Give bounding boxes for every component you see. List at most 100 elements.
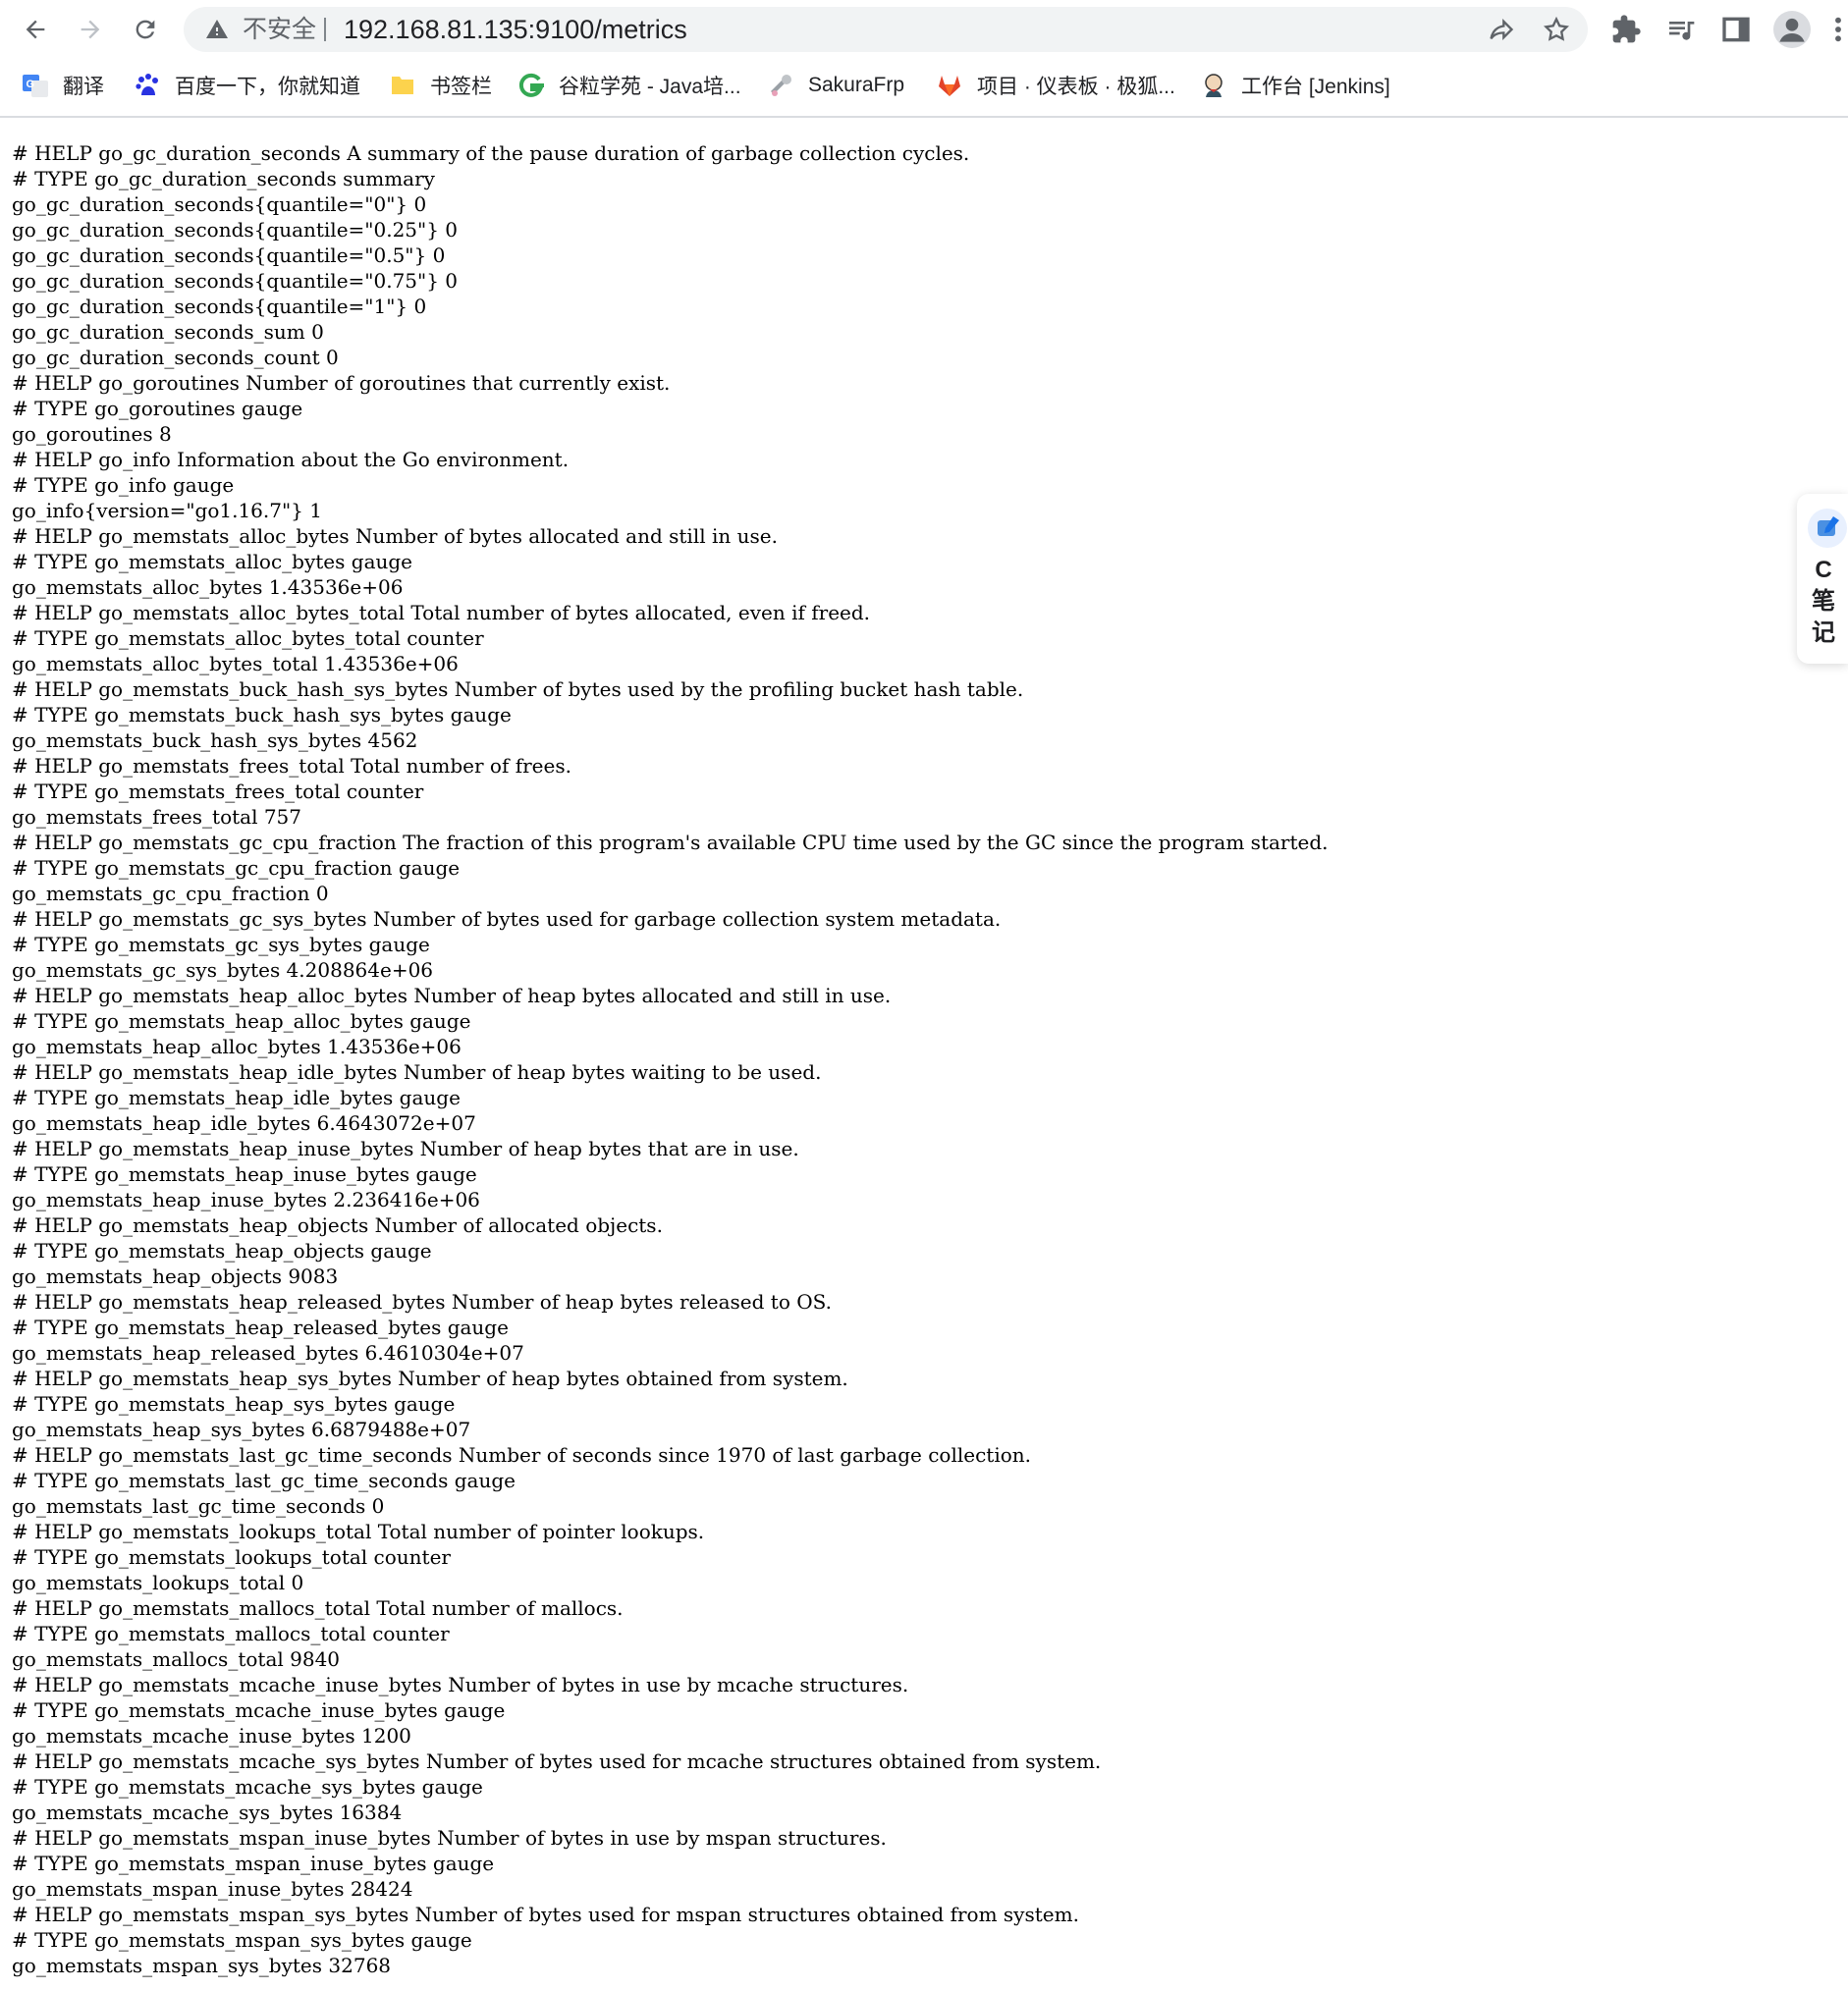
- arrow-right-icon: [81, 20, 100, 39]
- metrics-line: # HELP go_memstats_alloc_bytes Number of…: [12, 524, 778, 548]
- c-notes-label: C笔记: [1812, 557, 1835, 646]
- metrics-line: go_memstats_heap_objects 9083: [12, 1264, 339, 1288]
- bookmark-guli[interactable]: 谷粒学苑 - Java培...: [517, 70, 741, 101]
- metrics-line: # TYPE go_memstats_buck_hash_sys_bytes g…: [12, 703, 512, 726]
- metrics-line: go_memstats_mcache_inuse_bytes 1200: [12, 1724, 411, 1748]
- metrics-line: go_memstats_frees_total 757: [12, 805, 301, 829]
- sakura-icon: [767, 72, 794, 99]
- bookmark-label: 翻译: [63, 76, 104, 98]
- url-text[interactable]: 192.168.81.135:9100/metrics: [344, 7, 687, 52]
- metrics-line: go_memstats_buck_hash_sys_bytes 4562: [12, 728, 418, 752]
- metrics-line: # HELP go_memstats_mallocs_total Total n…: [12, 1596, 624, 1620]
- metrics-text: # HELP go_gc_duration_seconds A summary …: [12, 140, 1329, 1978]
- metrics-line: go_memstats_heap_alloc_bytes 1.43536e+06: [12, 1035, 462, 1058]
- metrics-line: # TYPE go_gc_duration_seconds summary: [12, 167, 435, 190]
- address-bar[interactable]: 不安全 192.168.81.135:9100/metrics: [184, 7, 1588, 52]
- bookmark-sakurafrp[interactable]: SakuraFrp: [767, 70, 904, 101]
- metrics-line: go_memstats_heap_released_bytes 6.461030…: [12, 1341, 524, 1365]
- metrics-line: go_memstats_last_gc_time_seconds 0: [12, 1494, 385, 1518]
- bookmark-label: 工作台 [Jenkins]: [1241, 76, 1390, 98]
- gitlab-fox-icon: [936, 72, 963, 99]
- security-label[interactable]: 不安全: [243, 7, 316, 52]
- browser-toolbar: 不安全 192.168.81.135:9100/metrics: [0, 0, 1848, 59]
- back-button[interactable]: [14, 8, 57, 51]
- notes-logo-icon: [1808, 509, 1847, 548]
- metrics-line: # TYPE go_memstats_mspan_inuse_bytes gau…: [12, 1852, 495, 1875]
- reload-button[interactable]: [124, 8, 167, 51]
- bookmark-translate[interactable]: G 翻译: [22, 70, 104, 101]
- metrics-line: # TYPE go_memstats_mspan_sys_bytes gauge: [12, 1928, 472, 1952]
- metrics-line: # TYPE go_memstats_heap_objects gauge: [12, 1239, 432, 1263]
- bookmark-baidu[interactable]: 百度一下，你就知道: [134, 70, 360, 101]
- metrics-line: # HELP go_memstats_mspan_sys_bytes Numbe…: [12, 1903, 1079, 1926]
- c-notes-widget[interactable]: C笔记: [1797, 494, 1848, 664]
- metrics-line: go_info{version="go1.16.7"} 1: [12, 499, 322, 522]
- side-panel-icon[interactable]: [1720, 14, 1752, 45]
- star-icon[interactable]: [1543, 16, 1570, 43]
- bookmark-label: 谷粒学苑 - Java培...: [559, 76, 741, 98]
- metrics-line: # HELP go_memstats_gc_cpu_fraction The f…: [12, 831, 1329, 854]
- google-translate-icon: G: [22, 72, 49, 99]
- metrics-line: go_memstats_mcache_sys_bytes 16384: [12, 1801, 403, 1824]
- metrics-line: # TYPE go_memstats_mcache_inuse_bytes ga…: [12, 1698, 506, 1722]
- bookmark-folder[interactable]: 书签栏: [389, 70, 492, 101]
- metrics-line: go_gc_duration_seconds{quantile="0.5"} 0: [12, 243, 446, 267]
- metrics-line: # TYPE go_memstats_mcache_sys_bytes gaug…: [12, 1775, 483, 1799]
- address-separator: [324, 18, 326, 41]
- metrics-line: # HELP go_memstats_mspan_inuse_bytes Num…: [12, 1826, 887, 1850]
- person-icon: [1779, 18, 1805, 42]
- more-options-icon[interactable]: [1828, 14, 1848, 45]
- metrics-line: # TYPE go_memstats_frees_total counter: [12, 780, 424, 803]
- metrics-line: go_memstats_heap_idle_bytes 6.4643072e+0…: [12, 1111, 476, 1135]
- metrics-line: # TYPE go_memstats_heap_released_bytes g…: [12, 1316, 509, 1339]
- profile-avatar[interactable]: [1773, 11, 1811, 48]
- metrics-line: # HELP go_memstats_mcache_inuse_bytes Nu…: [12, 1673, 909, 1696]
- metrics-line: go_memstats_mallocs_total 9840: [12, 1647, 341, 1671]
- metrics-line: # HELP go_info Information about the Go …: [12, 448, 570, 471]
- arrow-left-icon: [26, 20, 45, 39]
- metrics-line: go_gc_duration_seconds_sum 0: [12, 320, 324, 344]
- metrics-line: # TYPE go_memstats_heap_idle_bytes gauge: [12, 1086, 461, 1109]
- metrics-line: # HELP go_gc_duration_seconds A summary …: [12, 141, 970, 165]
- media-playlist-icon[interactable]: [1665, 14, 1697, 45]
- extensions-puzzle-icon[interactable]: [1610, 14, 1642, 45]
- metrics-line: go_gc_duration_seconds{quantile="0"} 0: [12, 192, 427, 216]
- metrics-line: # HELP go_goroutines Number of goroutine…: [12, 371, 671, 395]
- metrics-line: go_memstats_gc_sys_bytes 4.208864e+06: [12, 958, 434, 982]
- metrics-line: go_memstats_alloc_bytes_total 1.43536e+0…: [12, 652, 459, 675]
- metrics-line: # HELP go_memstats_frees_total Total num…: [12, 754, 571, 778]
- metrics-line: # TYPE go_info gauge: [12, 473, 235, 497]
- metrics-line: # HELP go_memstats_heap_sys_bytes Number…: [12, 1367, 848, 1390]
- metrics-line: go_gc_duration_seconds_count 0: [12, 346, 339, 369]
- toolbar-divider: [0, 116, 1848, 118]
- metrics-line: # HELP go_memstats_heap_inuse_bytes Numb…: [12, 1137, 799, 1160]
- metrics-line: # HELP go_memstats_heap_released_bytes N…: [12, 1290, 832, 1314]
- metrics-line: go_memstats_lookups_total 0: [12, 1571, 304, 1594]
- metrics-line: # HELP go_memstats_last_gc_time_seconds …: [12, 1443, 1032, 1467]
- metrics-line: # TYPE go_memstats_alloc_bytes_total cou…: [12, 626, 484, 650]
- forward-button[interactable]: [69, 8, 112, 51]
- metrics-line: # TYPE go_goroutines gauge: [12, 397, 303, 420]
- jenkins-icon: [1200, 72, 1227, 99]
- bookmark-label: 书签栏: [430, 76, 492, 98]
- metrics-line: go_memstats_heap_inuse_bytes 2.236416e+0…: [12, 1188, 480, 1211]
- metrics-line: go_memstats_mspan_sys_bytes 32768: [12, 1954, 392, 1977]
- metrics-line: go_memstats_alloc_bytes 1.43536e+06: [12, 575, 404, 599]
- guli-g-icon: [517, 72, 545, 99]
- metrics-line: # HELP go_memstats_lookups_total Total n…: [12, 1520, 705, 1543]
- metrics-line: go_memstats_heap_sys_bytes 6.6879488e+07: [12, 1418, 471, 1441]
- metrics-line: # TYPE go_memstats_gc_cpu_fraction gauge: [12, 856, 461, 880]
- share-icon[interactable]: [1488, 16, 1515, 43]
- metrics-line: go_memstats_mspan_inuse_bytes 28424: [12, 1877, 413, 1901]
- metrics-line: # HELP go_memstats_alloc_bytes_total Tot…: [12, 601, 871, 624]
- metrics-line: go_gc_duration_seconds{quantile="0.25"} …: [12, 218, 459, 242]
- bookmark-gitlab[interactable]: 项目 · 仪表板 · 极狐...: [936, 70, 1175, 101]
- bookmark-jenkins[interactable]: 工作台 [Jenkins]: [1200, 70, 1390, 101]
- metrics-line: # HELP go_memstats_gc_sys_bytes Number o…: [12, 907, 1002, 931]
- folder-icon: [389, 72, 416, 99]
- warning-icon[interactable]: [205, 18, 229, 41]
- metrics-line: # HELP go_memstats_buck_hash_sys_bytes N…: [12, 677, 1024, 701]
- metrics-line: go_gc_duration_seconds{quantile="1"} 0: [12, 295, 427, 318]
- metrics-line: # TYPE go_memstats_heap_sys_bytes gauge: [12, 1392, 456, 1416]
- bookmark-label: SakuraFrp: [808, 74, 905, 96]
